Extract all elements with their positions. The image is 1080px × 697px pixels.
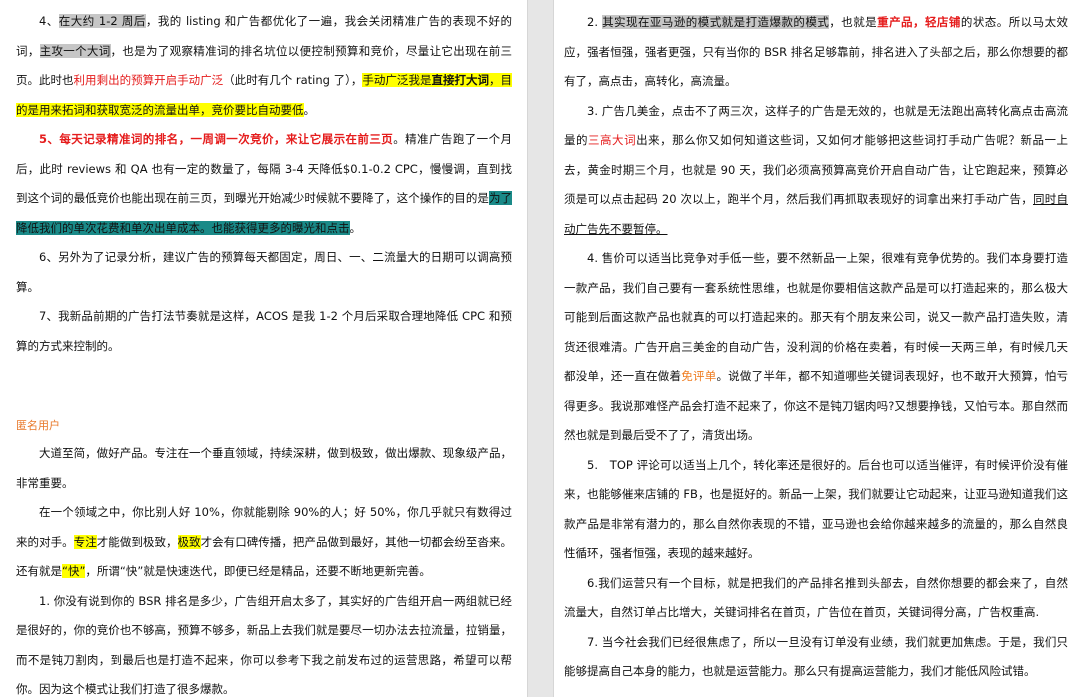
paragraph-point-5: 5. TOP 评论可以适当上几个，转化率还是很好的。后台也可以适当催评，有时候评… <box>564 457 1068 561</box>
text-run: 。 <box>349 220 362 235</box>
paragraph-point-4: 4. 售价可以适当比竞争对手低一些，要不然新品一上架，很难有竞争优势的。我们本身… <box>564 244 1068 451</box>
red-text: 利用剩出的预算开启手动广泛 <box>73 73 224 87</box>
text-run: （此时有几个 rating 了）， <box>223 73 363 87</box>
answer-paragraph-2: 在一个领域之中，你比别人好 10%，你就能剔除 90%的人；好 50%，你几乎就… <box>16 498 512 587</box>
paragraph-point-3: 3. 广告几美金，点击不了两三次，这样子的广告是无效的，也就是无法跑出高转化高点… <box>564 97 1068 245</box>
paragraph-point-7: 7. 当今社会我们已经很焦虑了，所以一旦没有订单没有业绩，我们就更加焦虑。于是，… <box>564 634 1068 679</box>
left-document-page: 4、在大约 1-2 周后，我的 listing 和广告都优化了一遍，我会关闭精准… <box>0 0 527 697</box>
author-name: 匿名用户 <box>16 419 60 432</box>
paragraph-step-5: 5、每天记录精准词的排名，一周调一次竞价，来让它展示在前三页。精准广告跑了一个月… <box>16 125 513 243</box>
text-run: 。 <box>303 102 316 117</box>
text-run: ，也就是 <box>829 15 878 29</box>
paragraph-step-6: 6、另外为了记录分析，建议广告的预算每天都固定，周日、一、二流量大的日期可以调高… <box>16 250 512 294</box>
page-gutter <box>527 0 554 697</box>
orange-text: 免评单 <box>681 369 717 383</box>
paragraph-step-7: 7、我新品前期的广告打法节奏就是这样，ACOS 是我 1-2 个月后采取合理地降… <box>16 309 512 353</box>
yellow-highlight: “快” <box>62 564 86 578</box>
yellow-highlight: 手动广泛我是 <box>362 73 432 87</box>
yellow-highlight: 专注 <box>73 534 97 549</box>
gray-highlight: 在大约 1-2 周后 <box>58 14 146 28</box>
gray-highlight: 主攻一个大词 <box>39 43 111 58</box>
text-run: 4. 售价可以适当比竞争对手低一些，要不然新品一上架，很难有竞争优势的。我们本身… <box>564 251 1068 383</box>
text-run: 出来，那么你又如何知道这些词，又如何才能够把这些词打手动广告呢？新品一上去，黄金… <box>564 133 1069 206</box>
left-page-content: 4、在大约 1-2 周后，我的 listing 和广告都优化了一遍，我会关闭精准… <box>16 7 513 697</box>
red-bold-text: 重产品，轻店铺 <box>877 15 961 29</box>
paragraph-point-2: 2. 其实现在亚马逊的模式就是打造爆款的模式，也就是重产品，轻店铺的状态。所以马… <box>564 8 1068 97</box>
paragraph-step-4: 4、在大约 1-2 周后，我的 listing 和广告都优化了一遍，我会关闭精准… <box>16 7 513 125</box>
red-bold-text: 5、每天记录精准词的排名，一周调一次竞价，来让它展示在前三页 <box>39 132 394 146</box>
yellow-highlight: 极致 <box>177 534 201 549</box>
gray-highlight: 其实现在亚马逊的模式就是打造爆款的模式 <box>602 15 830 29</box>
text-run: 4、 <box>39 14 59 28</box>
answer-paragraph-3: 1. 你没有说到你的 BSR 排名是多少，广告组开启太多了，其实好的广告组开启一… <box>16 593 512 697</box>
text-run: 才能做到极致， <box>96 534 178 549</box>
right-page-content: 2. 其实现在亚马逊的模式就是打造爆款的模式，也就是重产品，轻店铺的状态。所以马… <box>564 8 1068 687</box>
answer-paragraph-1: 大道至简，做好产品。专注在一个垂直领域，持续深耕，做到极致，做出爆款、现象级产品… <box>16 446 512 490</box>
text-run: 2. <box>587 15 603 29</box>
yellow-highlight-bold: 直接打大词 <box>431 73 490 87</box>
right-document-page: 2. 其实现在亚马逊的模式就是打造爆款的模式，也就是重产品，轻店铺的状态。所以马… <box>554 0 1080 697</box>
paragraph-point-6: 6.我们运营只有一个目标，就是把我们的产品排名推到头部去，自然你想要的都会来了，… <box>564 575 1068 620</box>
red-text: 三高大词 <box>588 133 637 147</box>
text-run: ，所谓“快”就是快速迭代，即便已经是精品，还要不断地更新完善。 <box>85 564 431 578</box>
